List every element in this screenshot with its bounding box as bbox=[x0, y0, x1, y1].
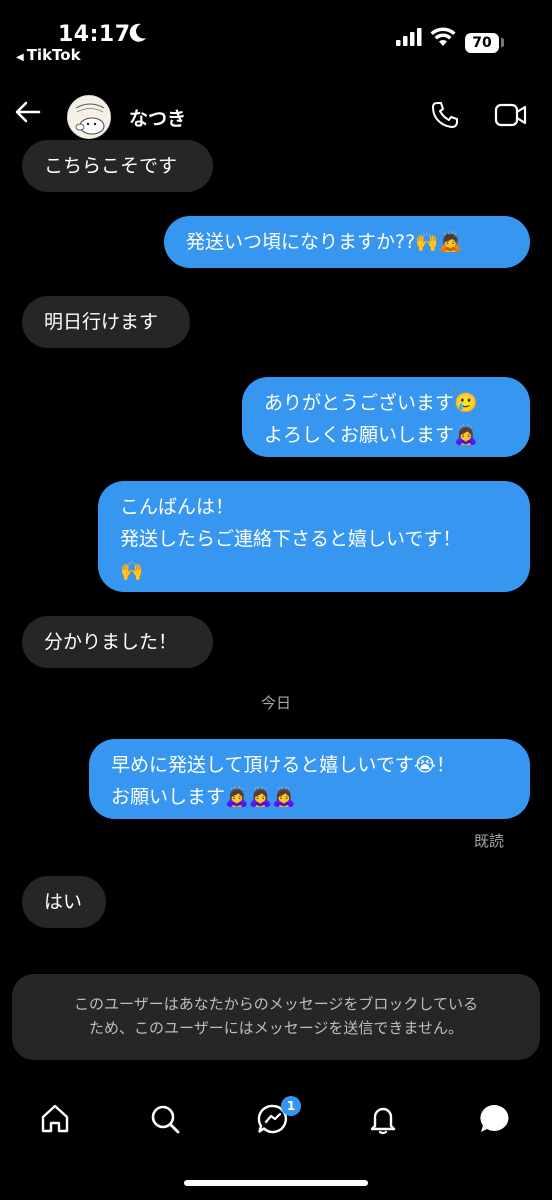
home-indicator bbox=[184, 1180, 368, 1186]
date-separator: 今日 bbox=[260, 694, 291, 712]
message-outgoing[interactable]: ありがとうございます🥲 よろしくお願いします🙇‍♀️ bbox=[242, 377, 530, 457]
bottom-nav bbox=[0, 1084, 552, 1154]
clock: 14:17 bbox=[58, 22, 131, 47]
battery-indicator: 70 bbox=[465, 33, 499, 53]
video-call-icon[interactable] bbox=[494, 102, 528, 132]
phone-call-icon[interactable] bbox=[430, 100, 460, 134]
message-outgoing[interactable]: 早めに発送して頂けると嬉しいです😭！ お願いします🙇‍♀️🙇‍♀️🙇‍♀️ bbox=[89, 739, 530, 819]
back-triangle-icon: ◀ bbox=[16, 52, 24, 63]
notifications-icon[interactable] bbox=[366, 1102, 400, 1140]
status-bar: 14:17 ◀ TikTok 70 bbox=[0, 0, 552, 72]
battery-nub bbox=[501, 38, 504, 47]
moon-icon bbox=[128, 22, 148, 48]
blocked-notice-text: このユーザーはあなたからのメッセージをブロックしている ため、このユーザーにはメ… bbox=[74, 995, 478, 1037]
contact-name[interactable]: なつき bbox=[129, 104, 186, 131]
message-incoming[interactable]: こちらこそです bbox=[22, 140, 213, 192]
message-outgoing[interactable]: こんばんは！ 発送したらご連絡下さると嬉しいです！ 🙌 bbox=[98, 481, 530, 592]
message-incoming[interactable]: 明日行けます bbox=[22, 296, 190, 348]
message-incoming[interactable]: 分かりました！ bbox=[22, 616, 213, 668]
home-icon[interactable] bbox=[38, 1102, 72, 1140]
back-to-app-button[interactable]: ◀ TikTok bbox=[16, 46, 81, 64]
blocked-notice: このユーザーはあなたからのメッセージをブロックしている ため、このユーザーにはメ… bbox=[12, 974, 540, 1060]
message-incoming[interactable]: はい bbox=[22, 876, 106, 928]
chat-bubble-icon[interactable] bbox=[478, 1102, 512, 1140]
search-icon[interactable] bbox=[148, 1102, 182, 1140]
seen-indicator: 既読 bbox=[474, 832, 505, 850]
message-outgoing[interactable]: 発送いつ頃になりますか??🙌🙇 bbox=[164, 216, 530, 268]
back-app-label: TikTok bbox=[26, 46, 81, 64]
avatar[interactable] bbox=[67, 95, 111, 139]
back-arrow-icon[interactable] bbox=[14, 98, 42, 130]
cellular-signal-icon bbox=[396, 28, 422, 50]
messages-badge: 1 bbox=[281, 1096, 301, 1116]
wifi-icon bbox=[430, 26, 456, 52]
